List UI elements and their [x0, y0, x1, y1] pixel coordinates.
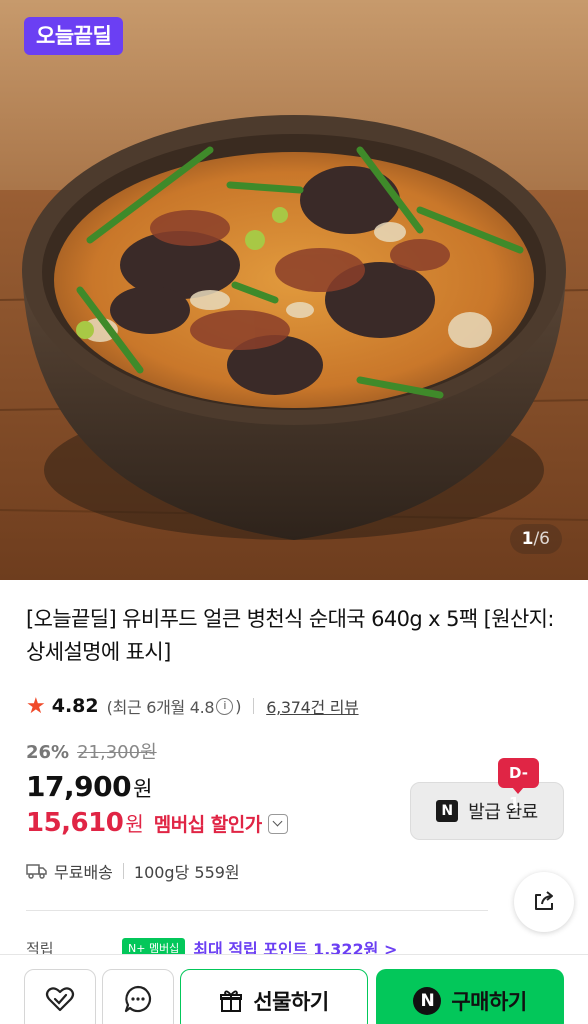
image-counter-total: /6 — [533, 529, 550, 549]
price-block: 26% 21,300원 17,900 원 15,610 원 멤버십 할인가 — [26, 738, 288, 844]
original-price: 21,300원 — [77, 742, 157, 763]
coupon-issued-button[interactable]: N 발급 완료 — [410, 782, 564, 840]
truck-icon — [26, 863, 48, 879]
sale-price: 17,900 — [26, 770, 132, 803]
share-icon — [531, 887, 557, 917]
deal-badge: 오늘끝딜 — [24, 17, 124, 55]
soup-photo — [0, 0, 588, 580]
member-price-row[interactable]: 15,610 원 멤버십 할인가 — [26, 808, 288, 844]
buy-label: 구매하기 — [451, 990, 527, 1014]
separator — [122, 863, 124, 879]
sale-price-unit: 원 — [133, 777, 153, 801]
gift-icon — [219, 989, 243, 1013]
recent-rating-suffix: ) — [235, 696, 242, 716]
shipping-row: 무료배송 100g당 559원 — [26, 858, 240, 884]
naver-pay-n-icon: N — [413, 987, 442, 1015]
bottom-action-bar: 선물하기 N 구매하기 — [0, 954, 588, 1024]
product-image[interactable]: 오늘끝딜 1/6 — [0, 0, 588, 580]
recent-rating-prefix: (최근 6개월 4.8 — [106, 698, 215, 717]
naver-n-icon: N — [436, 800, 459, 822]
image-counter: 1/6 — [509, 524, 562, 554]
wishlist-button[interactable] — [24, 969, 96, 1024]
gift-button[interactable]: 선물하기 — [180, 969, 368, 1024]
rating-row: ★ 4.82 (최근 6개월 4.8 i ) 6,374건 리뷰 — [26, 693, 359, 719]
inquiry-button[interactable] — [102, 969, 174, 1024]
review-count-link[interactable]: 6,374건 리뷰 — [266, 694, 359, 718]
share-button[interactable] — [514, 872, 574, 932]
image-counter-current: 1 — [521, 529, 534, 549]
member-price-unit: 원 — [125, 812, 144, 836]
buy-button[interactable]: N 구매하기 — [376, 969, 564, 1024]
free-shipping: 무료배송 — [54, 863, 113, 882]
discount-rate: 26% — [26, 742, 70, 763]
recent-rating[interactable]: (최근 6개월 4.8 i ) — [107, 694, 242, 718]
divider — [26, 910, 488, 911]
chevron-down-icon[interactable] — [267, 814, 288, 834]
coupon-label: 발급 완료 — [468, 802, 538, 823]
star-icon: ★ — [26, 693, 46, 719]
gift-label: 선물하기 — [253, 990, 329, 1014]
unit-price: 100g당 559원 — [133, 863, 240, 882]
product-title: [오늘끝딜] 유비푸드 얼큰 병천식 순대국 640g x 5팩 [원산지:상세… — [26, 607, 554, 664]
info-icon[interactable]: i — [216, 697, 234, 715]
member-price-label: 멤버십 할인가 — [153, 814, 263, 836]
member-price: 15,610 — [26, 808, 124, 838]
heart-check-icon — [45, 985, 75, 1017]
rating-value: 4.82 — [51, 695, 99, 717]
dday-badge: D-1 — [498, 758, 539, 812]
separator — [253, 698, 255, 714]
chat-bubble-icon — [123, 984, 153, 1018]
